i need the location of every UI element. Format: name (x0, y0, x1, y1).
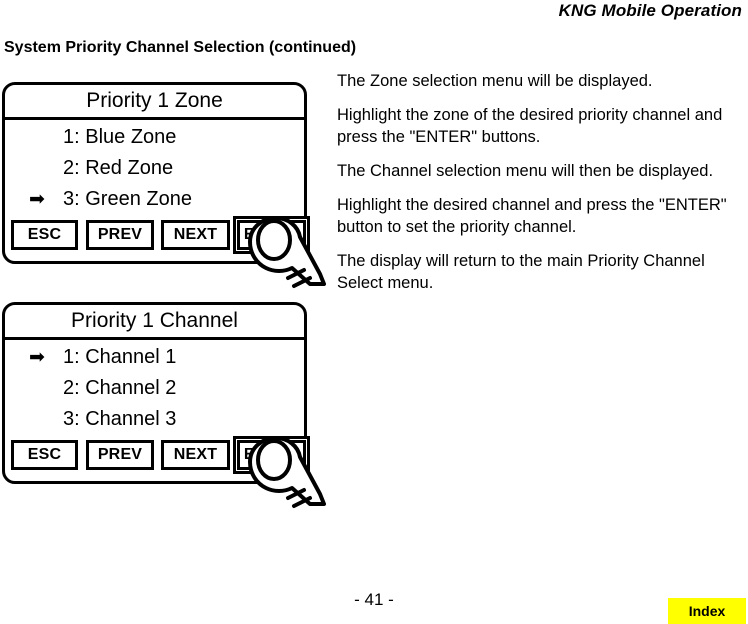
softkey-prev[interactable]: PREV (86, 440, 154, 470)
right-arrow-icon: ➡ (29, 347, 45, 368)
list-item[interactable]: 2: Channel 2 (5, 373, 304, 404)
display-title-channel: Priority 1 Channel (5, 305, 304, 340)
instruction-paragraph: The Channel selection menu will then be … (337, 162, 714, 180)
running-header-title: KNG Mobile Operation (558, 1, 742, 20)
softkey-row-channel: ESC PREV NEXT ENTER (5, 436, 310, 474)
menu-list-channel: ➡ 1: Channel 1 2: Channel 2 3: Channel 3 (5, 340, 304, 440)
softkey-enter[interactable]: ENTER (233, 216, 310, 254)
softkey-row-zone: ESC PREV NEXT ENTER (5, 216, 310, 254)
list-item-label: 3: Channel 3 (63, 408, 177, 430)
page-number: - 41 - (354, 590, 394, 609)
softkey-next[interactable]: NEXT (161, 220, 230, 250)
softkey-esc[interactable]: ESC (11, 440, 78, 470)
list-item-label: 2: Channel 2 (63, 377, 177, 399)
list-item-label: 1: Blue Zone (63, 126, 177, 148)
instruction-paragraph: Highlight the zone of the desired priori… (337, 106, 723, 146)
softkey-next[interactable]: NEXT (161, 440, 230, 470)
list-item[interactable]: 2: Red Zone (5, 153, 304, 184)
list-item-selected[interactable]: ➡ 3: Green Zone (5, 184, 304, 215)
list-item[interactable]: 1: Blue Zone (5, 122, 304, 153)
list-item-label: 1: Channel 1 (63, 346, 177, 368)
list-item-selected[interactable]: ➡ 1: Channel 1 (5, 342, 304, 373)
radio-display-priority-channel: Priority 1 Channel ➡ 1: Channel 1 2: Cha… (2, 302, 310, 484)
instruction-paragraph: The display will return to the main Prio… (337, 252, 705, 292)
softkey-esc[interactable]: ESC (11, 220, 78, 250)
instruction-paragraph: Highlight the desired channel and press … (337, 196, 727, 236)
instruction-list: The Zone selection menu will be displaye… (337, 70, 737, 306)
page-title: System Priority Channel Selection (conti… (4, 39, 357, 56)
list-item[interactable]: 3: Channel 3 (5, 404, 304, 435)
list-item-label: 3: Green Zone (63, 188, 192, 210)
display-title-zone: Priority 1 Zone (5, 85, 304, 120)
softkey-enter[interactable]: ENTER (233, 436, 310, 474)
instruction-paragraph: The Zone selection menu will be displaye… (337, 72, 653, 90)
menu-list-zone: 1: Blue Zone 2: Red Zone ➡ 3: Green Zone (5, 120, 304, 220)
radio-display-priority-zone: Priority 1 Zone 1: Blue Zone 2: Red Zone… (2, 82, 310, 264)
list-item-label: 2: Red Zone (63, 157, 174, 179)
index-button[interactable]: Index (668, 598, 746, 624)
right-arrow-icon: ➡ (29, 189, 45, 210)
softkey-prev[interactable]: PREV (86, 220, 154, 250)
